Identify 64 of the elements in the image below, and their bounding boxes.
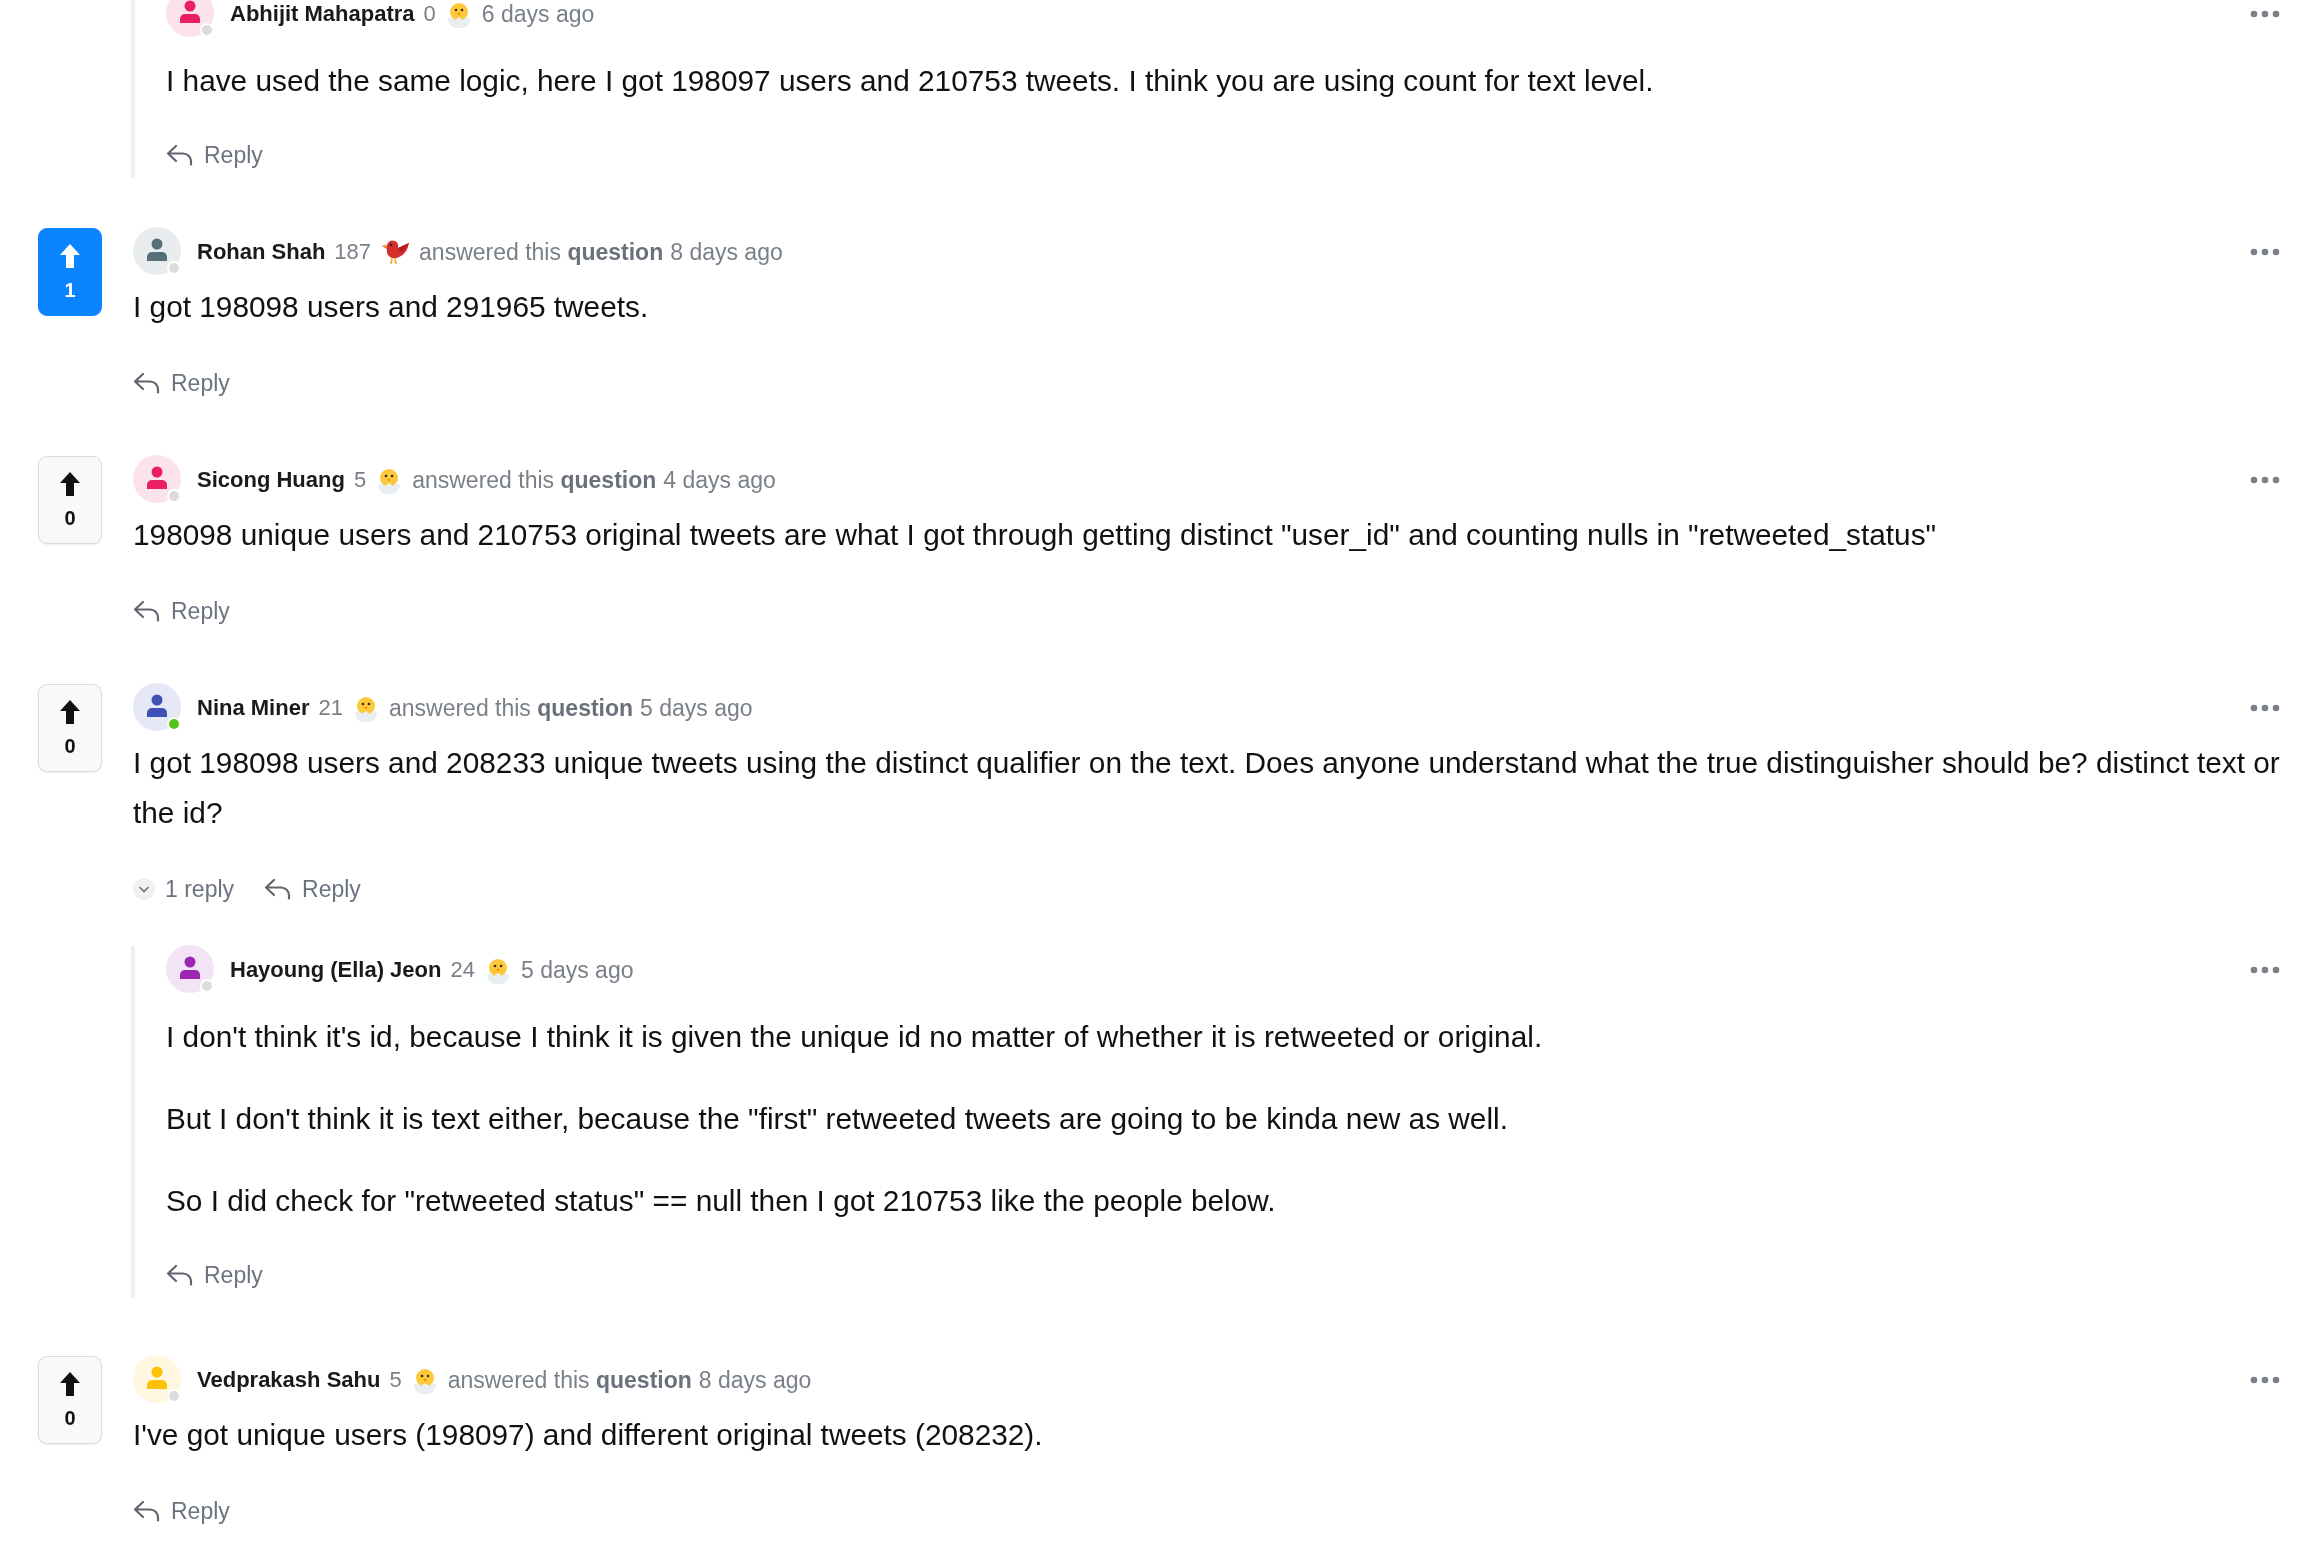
reply-icon [133,599,161,623]
more-button[interactable] [2250,1376,2280,1384]
author-name[interactable]: Rohan Shah [197,239,326,265]
author-name[interactable]: Hayoung (Ella) Jeon [230,957,442,983]
reputation-score: 24 [450,957,475,983]
more-button[interactable] [2250,704,2280,712]
reply-icon [133,1499,161,1523]
reputation-score: 21 [318,695,343,721]
author-name[interactable]: Abhijit Mahapatra [230,1,415,27]
post-text: But I don't think it is text either, because the "first" retweeted tweets are going to be kinda new as well. [166,1101,1509,1137]
more-button[interactable] [2250,966,2280,974]
reply-icon [264,877,293,901]
reply-icon [166,143,194,167]
post-time: 6 days ago [481,0,595,28]
reputation-score: 5 [389,1367,402,1393]
post-text: I got 198098 users and 291965 tweets. [133,289,650,325]
post-time: 8 days ago [670,238,783,266]
post-time: 4 days ago [663,466,776,494]
post-text: I have used the same logic, here I got 198097 users and 210753 tweets. I think you are using count for text level. [166,63,1655,99]
activity-text: answered this question [447,1366,692,1394]
more-button[interactable] [2250,248,2280,256]
post-text: 198098 unique users and 210753 original tweets are what I got through getting distinct "user_id" and counting nulls in "retweeted_status" [133,517,1938,553]
reputation-score: 5 [353,467,367,493]
upvote-button[interactable]: 0 [38,684,102,772]
post-time: 5 days ago [640,694,753,722]
up-arrow-icon [59,242,81,269]
post-text: I don't think it's id, because I think it is given the unique id no matter of whether it is retweeted or original. [166,1019,1544,1055]
reply-button[interactable]: Reply [166,1261,263,1289]
chevron-icon [133,878,155,900]
avatar-icon [133,455,183,505]
more-button[interactable] [2250,476,2280,484]
avatar-icon [166,945,216,995]
reply-icon [133,371,161,395]
reputation-score: 187 [334,239,372,265]
post-text: So I did check for "retweeted status" == null then I got 210753 like the people below. [166,1183,1277,1219]
avatar-icon [166,0,216,39]
post-time: 5 days ago [520,956,634,984]
more-button[interactable] [2250,10,2280,18]
activity-text: answered this question [419,238,664,266]
reputation-score: 0 [423,1,436,27]
reply-button[interactable]: Reply [133,597,230,625]
avatar-icon [133,683,183,733]
upvote-button[interactable]: 1 [38,228,102,316]
reply-button[interactable]: Reply [133,369,230,397]
up-arrow-icon [59,698,81,725]
reply-button[interactable]: Reply [166,141,263,169]
post-text: I've got unique users (198097) and different original tweets (208232). [133,1417,1044,1453]
up-arrow-icon [59,1370,81,1397]
activity-text: answered this question [412,466,657,494]
author-name[interactable]: Vedprakash Sahu [197,1367,381,1393]
reply-button[interactable]: Reply [264,875,361,903]
post-text: I got 198098 users and 208233 unique tweets using the distinct qualifier on the text. Does anyone understand what the true distinguisher should be? distinct text or the id? [133,745,2280,831]
author-name[interactable]: Sicong Huang [197,467,345,493]
replies-toggle[interactable]: 1 reply [133,875,235,903]
author-name[interactable]: Nina Miner [197,695,310,721]
up-arrow-icon [59,470,81,497]
activity-text: answered this question [388,694,634,722]
reply-button[interactable]: Reply [133,1497,230,1525]
avatar-icon [133,227,183,277]
upvote-button[interactable]: 0 [38,456,102,544]
upvote-button[interactable]: 0 [38,1356,102,1444]
avatar-icon [133,1355,183,1405]
reply-icon [166,1263,194,1287]
post-time: 8 days ago [698,1366,812,1394]
